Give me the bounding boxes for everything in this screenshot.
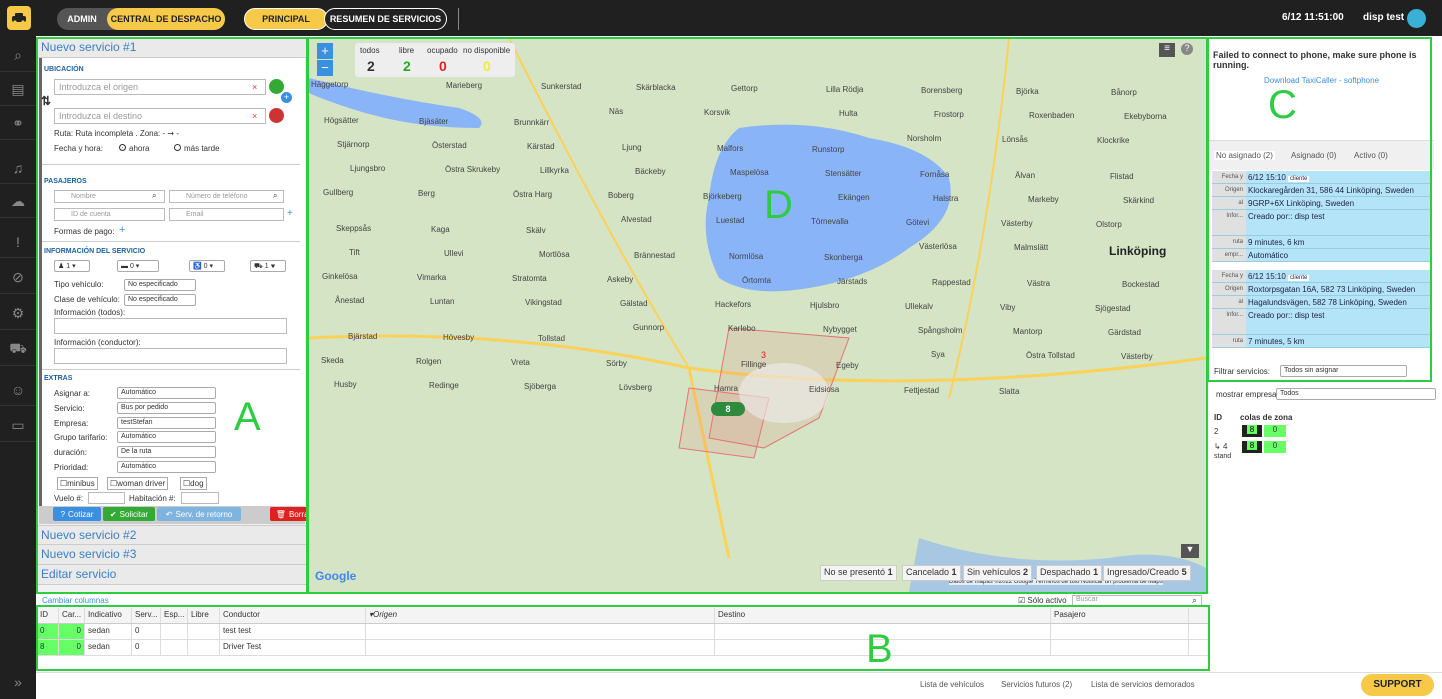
taxi-logo-icon[interactable] bbox=[7, 6, 31, 30]
queue-count[interactable]: 8 bbox=[1242, 441, 1262, 453]
chat-icon[interactable]: ☁ bbox=[0, 186, 36, 218]
region-label-b: B bbox=[866, 627, 893, 671]
zone-id-header: ID bbox=[1214, 413, 1222, 422]
search-icon[interactable]: ⌕ bbox=[0, 40, 36, 72]
queue-count[interactable]: 8 bbox=[1242, 425, 1262, 437]
mode-toggle[interactable]: ADMIN CENTRAL DE DESPACHO bbox=[57, 8, 225, 30]
bell-icon[interactable]: ♫ bbox=[0, 152, 36, 184]
account-icon[interactable]: ☺ bbox=[0, 374, 36, 406]
company-filter-label: mostrar empresa: bbox=[1216, 390, 1279, 399]
user-avatar-icon[interactable] bbox=[1407, 9, 1426, 28]
idcard-icon[interactable]: ▭ bbox=[0, 410, 36, 442]
region-a-outline bbox=[36, 37, 308, 594]
alert-icon[interactable]: ! bbox=[0, 226, 36, 258]
divider bbox=[458, 8, 459, 30]
admin-tab[interactable]: ADMIN bbox=[57, 14, 107, 24]
tab-delayed-services[interactable]: Lista de servicios demorados bbox=[1091, 680, 1195, 689]
region-b-outline bbox=[36, 605, 1210, 671]
user-name[interactable]: disp test bbox=[1363, 12, 1404, 23]
company-filter-select[interactable]: Todos bbox=[1276, 388, 1436, 400]
expand-icon[interactable]: » bbox=[0, 666, 36, 698]
active-only-checkbox[interactable]: ☑ Sólo activo bbox=[1018, 596, 1067, 605]
region-label-a: A bbox=[234, 395, 261, 439]
principal-button[interactable]: PRINCIPAL bbox=[244, 8, 328, 30]
central-tab[interactable]: CENTRAL DE DESPACHO bbox=[107, 8, 225, 30]
handshake-icon[interactable]: ⚭ bbox=[0, 108, 36, 140]
blocked-icon[interactable]: ⊘ bbox=[0, 262, 36, 294]
left-nav: ⌕ ▤ ⚭ ♫ ☁ ! ⊘ ⚙ ⛟ ☺ ▭ » bbox=[0, 36, 36, 699]
car-icon[interactable]: ⛟ bbox=[0, 334, 36, 366]
orders-icon[interactable]: ▤ bbox=[0, 74, 36, 106]
zone-id: 2 bbox=[1214, 427, 1219, 436]
region-d-outline bbox=[307, 37, 1208, 594]
change-columns-link[interactable]: Cambiar columnas bbox=[42, 596, 109, 605]
support-button[interactable]: SUPPORT bbox=[1361, 674, 1434, 696]
zone-id: ↳ 4 bbox=[1214, 442, 1228, 451]
settings-icon[interactable]: ⚙ bbox=[0, 298, 36, 330]
queue-count-zero[interactable]: 0 bbox=[1264, 441, 1286, 453]
datetime: 6/12 11:51:00 bbox=[1282, 12, 1344, 23]
queue-count-zero[interactable]: 0 bbox=[1264, 425, 1286, 437]
tab-vehicle-list[interactable]: Lista de vehículos bbox=[920, 680, 984, 689]
region-c-outline bbox=[1207, 37, 1432, 382]
zone-queue-header: colas de zona bbox=[1240, 413, 1293, 422]
top-bar: ADMIN CENTRAL DE DESPACHO PRINCIPAL RESU… bbox=[0, 0, 1442, 36]
tab-future-services[interactable]: Servicios futuros (2) bbox=[1001, 680, 1072, 689]
resumen-button[interactable]: RESUMEN DE SERVICIOS bbox=[324, 8, 447, 30]
zone-sub: stand bbox=[1214, 453, 1232, 460]
